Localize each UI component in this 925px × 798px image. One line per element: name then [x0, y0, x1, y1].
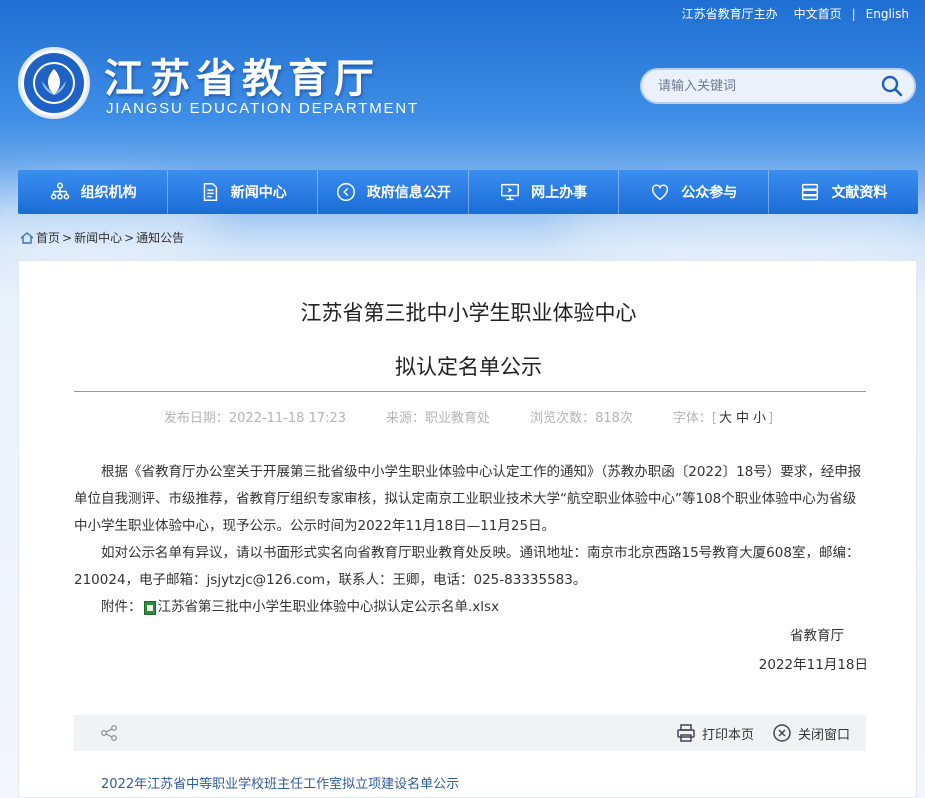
article-body: 根据《省教育厅办公室关于开展第三批省级中小学生职业体验中心认定工作的通知》（苏教… [74, 459, 868, 679]
nav-item-organization[interactable]: 组织机构 [18, 170, 169, 214]
nav-item-documents[interactable]: 文献资料 [769, 170, 918, 214]
font-size-switcher: 字体：[大中小] [673, 407, 773, 426]
paragraph: 根据《省教育厅办公室关于开展第三批省级中小学生职业体验中心认定工作的通知》（苏教… [74, 464, 862, 534]
paragraph: 如对公示名单有异议，请以书面形式实名向省教育厅职业教育处反映。通讯地址：南京市北… [74, 545, 860, 588]
breadcrumb-separator: > [124, 230, 135, 245]
nav-item-news[interactable]: 新闻中心 [168, 170, 319, 214]
org-chart-icon [50, 182, 69, 200]
print-button[interactable]: 打印本页 [676, 723, 754, 743]
attachment-row: 附件： 江苏省第三批中小学生职业体验中心拟认定公示名单.xlsx [74, 594, 868, 621]
article-title-line2: 拟认定名单公示 [395, 355, 542, 379]
title-divider [74, 391, 866, 392]
attachment-link[interactable]: 江苏省第三批中小学生职业体验中心拟认定公示名单.xlsx [158, 594, 500, 621]
host-link[interactable]: 江苏省教育厅主办 [682, 5, 778, 22]
view-count: 浏览次数：818次 [530, 411, 633, 426]
share-icon[interactable] [100, 724, 118, 742]
nav-item-info-disclosure[interactable]: 政府信息公开 [318, 170, 469, 214]
nav-label: 网上办事 [531, 185, 588, 201]
main-nav: 组织机构 新闻中心 政府信息公开 网上办事 公众参与 文献资料 [18, 170, 918, 214]
site-title-english: JIANGSU EDUCATION DEPARTMENT [106, 100, 419, 117]
english-link[interactable]: English [866, 7, 909, 21]
close-window-button[interactable]: 关闭窗口 [772, 723, 850, 743]
document-icon [203, 183, 217, 201]
article-source: 来源：职业教育处 [386, 411, 491, 426]
top-links: 江苏省教育厅主办 中文首页 | English [682, 5, 909, 22]
site-logo[interactable] [18, 47, 90, 119]
attachment-label: 附件： [101, 599, 142, 615]
search-input[interactable] [658, 78, 880, 94]
breadcrumb: 首页 > 新闻中心 > 通知公告 [20, 229, 184, 246]
close-label: 关闭窗口 [797, 727, 850, 743]
bracket-open: [ [711, 411, 717, 426]
nav-label: 公众参与 [681, 185, 738, 201]
printer-books-icon [802, 183, 819, 201]
monitor-icon [501, 183, 520, 201]
site-title: 江苏省教育厅 [104, 56, 380, 102]
signer: 省教育厅 [790, 628, 844, 644]
nav-label: 新闻中心 [230, 185, 287, 201]
home-icon [20, 231, 34, 244]
nav-item-public-participation[interactable]: 公众参与 [619, 170, 769, 214]
font-small-button[interactable]: 小 [753, 411, 766, 426]
nav-item-online-services[interactable]: 网上办事 [469, 170, 619, 214]
heart-icon [652, 184, 669, 201]
publish-date: 发布日期：2022-11-18 17:23 [163, 411, 347, 426]
arrow-circle-icon [336, 183, 355, 201]
font-medium-button[interactable]: 中 [736, 411, 749, 426]
article-toolbar: 打印本页 关闭窗口 [74, 715, 866, 751]
chinese-home-link[interactable]: 中文首页 [794, 5, 842, 22]
article-panel: 江苏省第三批中小学生职业体验中心 拟认定名单公示 发布日期：2022-11-18… [18, 260, 917, 798]
nav-label: 政府信息公开 [366, 185, 451, 201]
related-article-link[interactable]: 2022年江苏省中等职业学校班主任工作室拟立项建设名单公示 [101, 773, 459, 792]
search-icon[interactable] [880, 74, 904, 98]
sign-date: 2022年11月18日 [758, 657, 868, 673]
divider: | [851, 6, 856, 21]
article-meta: 发布日期：2022-11-18 17:23 来源：职业教育处 浏览次数：818次… [19, 407, 918, 426]
nav-label: 组织机构 [80, 185, 137, 201]
logo-emblem [24, 53, 84, 113]
search-box [640, 68, 916, 104]
breadcrumb-home[interactable]: 首页 [36, 229, 60, 246]
breadcrumb-current[interactable]: 通知公告 [136, 229, 184, 246]
bracket-close: ] [768, 411, 774, 426]
article-title-line1: 江苏省第三批中小学生职业体验中心 [300, 301, 637, 325]
breadcrumb-separator: > [62, 230, 73, 245]
excel-file-icon [143, 600, 156, 615]
nav-label: 文献资料 [831, 185, 888, 201]
printer-icon [677, 724, 695, 742]
font-large-button[interactable]: 大 [719, 411, 732, 426]
print-label: 打印本页 [701, 727, 754, 743]
font-size-label: 字体： [672, 411, 712, 426]
breadcrumb-news[interactable]: 新闻中心 [74, 229, 122, 246]
close-icon [773, 724, 791, 742]
